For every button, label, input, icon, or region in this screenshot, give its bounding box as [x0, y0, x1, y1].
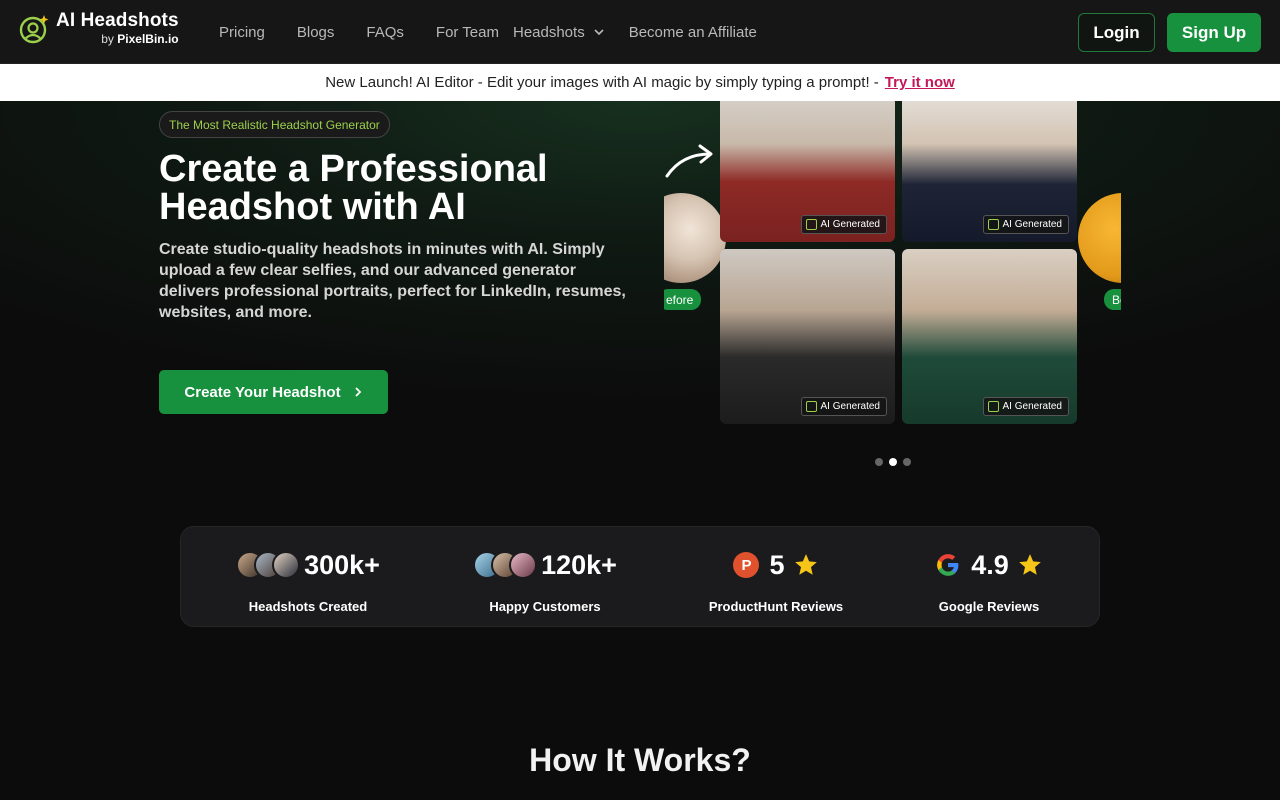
ai-generated-badge: AI Generated: [982, 397, 1069, 416]
ai-generated-badge: AI Generated: [800, 397, 887, 416]
ai-badge-icon: [805, 401, 817, 412]
nav-link-affiliate[interactable]: Become an Affiliate: [629, 24, 757, 41]
chevron-right-icon: [354, 387, 361, 397]
announcement-bar: New Launch! AI Editor - Edit your images…: [0, 64, 1280, 101]
avatar-group: [473, 551, 538, 579]
before-tag-left: efore: [664, 289, 702, 310]
brand-logo-icon: [19, 14, 49, 43]
carousel-dot-3[interactable]: [903, 458, 911, 466]
stat-value: 120k+: [541, 549, 617, 580]
nav-link-for-team[interactable]: For Team: [436, 24, 499, 41]
headshot-photo-3: AI Generated: [720, 249, 895, 424]
before-photo-left: [664, 193, 726, 283]
nav-link-faqs[interactable]: FAQs: [366, 24, 404, 41]
ai-generated-badge: AI Generated: [982, 215, 1069, 234]
section-title-how-it-works: How It Works?: [529, 742, 751, 778]
avatar: [272, 551, 301, 579]
google-icon: [937, 554, 959, 576]
create-headshot-button[interactable]: Create Your Headshot: [159, 370, 388, 414]
star-icon: [794, 554, 817, 575]
nav-dropdown-headshots[interactable]: Headshots: [513, 24, 605, 41]
stat-happy-customers: 120k+ Happy Customers: [472, 527, 618, 628]
nav-link-blogs[interactable]: Blogs: [297, 24, 335, 41]
ai-generated-badge: AI Generated: [800, 215, 887, 234]
stat-google-reviews: 4.9 Google Reviews: [927, 527, 1051, 628]
carousel-dots: [875, 458, 917, 466]
stat-value: 4.9: [971, 549, 1009, 580]
star-icon: [1018, 554, 1041, 575]
stat-headshots-created: 300k+ Headshots Created: [235, 527, 381, 628]
ai-badge-icon: [987, 401, 999, 412]
chevron-down-icon: [594, 29, 604, 36]
stat-label: Google Reviews: [938, 599, 1040, 614]
nav-link-pricing[interactable]: Pricing: [219, 24, 265, 41]
carousel-dot-2[interactable]: [889, 458, 897, 466]
brand-name: AI Headshots: [56, 10, 179, 31]
announcement-text: New Launch! AI Editor - Edit your images…: [325, 74, 879, 91]
top-navbar: AI Headshots by PixelBin.io Pricing Blog…: [0, 0, 1280, 64]
headshot-carousel[interactable]: efore AI Generated AI Generated AI Gener…: [664, 101, 1121, 431]
avatar: [509, 551, 538, 579]
stat-label: ProductHunt Reviews: [708, 599, 844, 614]
create-headshot-label: Create Your Headshot: [184, 383, 341, 401]
before-tag-right: Be: [1104, 289, 1121, 310]
avatar-group: [236, 551, 301, 579]
ai-badge-icon: [987, 219, 999, 230]
nav-dropdown-label: Headshots: [512, 23, 585, 41]
carousel-dot-1[interactable]: [875, 458, 883, 466]
stat-producthunt-reviews: P 5 ProductHunt Reviews: [701, 527, 851, 628]
headshot-photo-2: AI Generated: [902, 101, 1077, 242]
headshot-photo-4: AI Generated: [902, 249, 1077, 424]
stats-bar: 300k+ Headshots Created 120k+ Happy Cust…: [180, 526, 1100, 627]
stat-value: 300k+: [304, 549, 380, 580]
brand-logo[interactable]: AI Headshots by PixelBin.io: [18, 11, 179, 46]
stat-value: 5: [769, 549, 785, 580]
hero-subtitle: Create studio-quality headshots in minut…: [159, 241, 626, 321]
announcement-link[interactable]: Try it now: [885, 74, 955, 91]
hero-title: Create a Professional Headshot with AI: [159, 148, 548, 228]
stat-label: Headshots Created: [248, 599, 368, 614]
login-button[interactable]: Login: [1078, 13, 1155, 52]
before-photo-right: [1078, 193, 1121, 283]
brand-byline: by PixelBin.io: [101, 32, 179, 46]
producthunt-icon: P: [733, 552, 760, 578]
hero-pill-badge: The Most Realistic Headshot Generator: [159, 111, 390, 138]
signup-button[interactable]: Sign Up: [1167, 13, 1261, 52]
ai-badge-icon: [805, 219, 817, 230]
nav-links: Pricing Blogs FAQs For Team Headshots Be…: [219, 0, 789, 64]
stat-label: Happy Customers: [489, 599, 601, 614]
headshot-photo-1: AI Generated: [720, 101, 895, 242]
